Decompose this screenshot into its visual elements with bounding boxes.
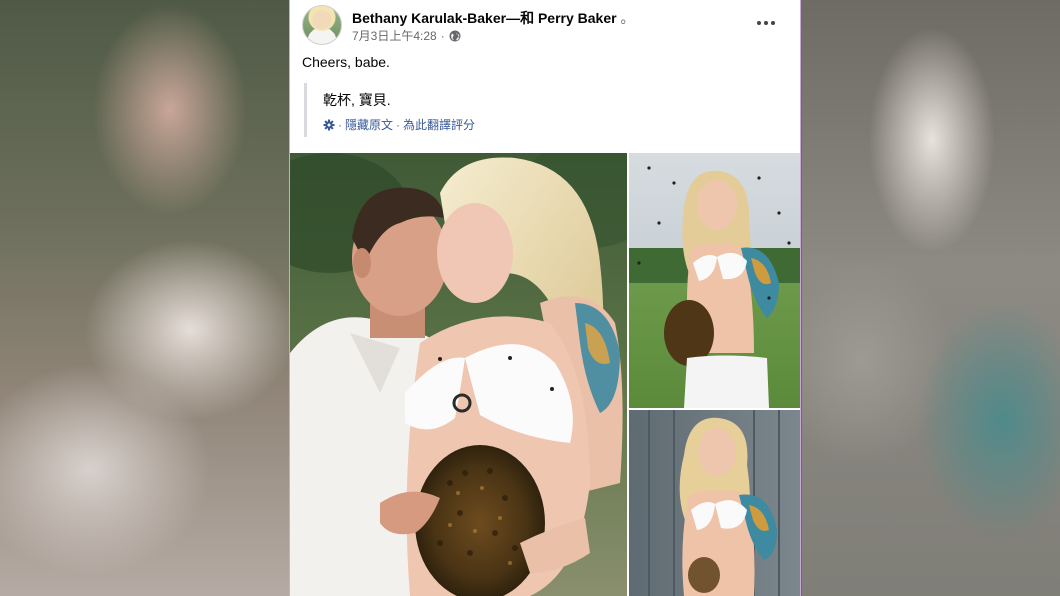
trailing-dot: 。 (620, 10, 635, 26)
post-header: Bethany Karulak-Baker—和 Perry Baker 。 7月… (302, 5, 792, 45)
rate-translation-link[interactable]: 為此翻譯評分 (403, 116, 475, 133)
post-timestamp[interactable]: 7月3日上午4:28 (352, 27, 437, 44)
more-options-icon[interactable] (754, 13, 778, 33)
photo-grid (290, 153, 800, 596)
hide-original-link[interactable]: 隱藏原文 (345, 116, 393, 133)
translation-links: · 隱藏原文 · 為此翻譯評分 (323, 116, 475, 133)
link-separator: · (338, 117, 342, 132)
photo-woman-barn[interactable] (629, 410, 800, 596)
author-name-link[interactable]: Bethany Karulak-Baker (352, 10, 506, 26)
blurred-background-right (802, 0, 1060, 596)
blurred-background-left (0, 0, 290, 596)
photo-woman-field[interactable] (629, 153, 800, 408)
link-separator: · (396, 117, 401, 132)
photo-couple-kiss[interactable] (290, 153, 627, 596)
with-connector: —和 (506, 10, 535, 26)
post-text: Cheers, babe. (302, 54, 390, 70)
facebook-post-card: Bethany Karulak-Baker—和 Perry Baker 。 7月… (290, 0, 800, 596)
meta-separator: · (440, 28, 445, 43)
tagged-person-link[interactable]: Perry Baker (538, 10, 617, 26)
author-line: Bethany Karulak-Baker—和 Perry Baker 。 (352, 8, 634, 28)
gear-icon[interactable] (323, 119, 335, 131)
post-meta: 7月3日上午4:28 · (352, 27, 461, 44)
author-avatar[interactable] (302, 5, 342, 45)
translated-text: 乾杯, 寶貝. (323, 92, 391, 108)
translation-block: 乾杯, 寶貝. · 隱藏原文 · 為此翻譯評分 (304, 83, 604, 137)
globe-icon[interactable] (449, 30, 461, 42)
